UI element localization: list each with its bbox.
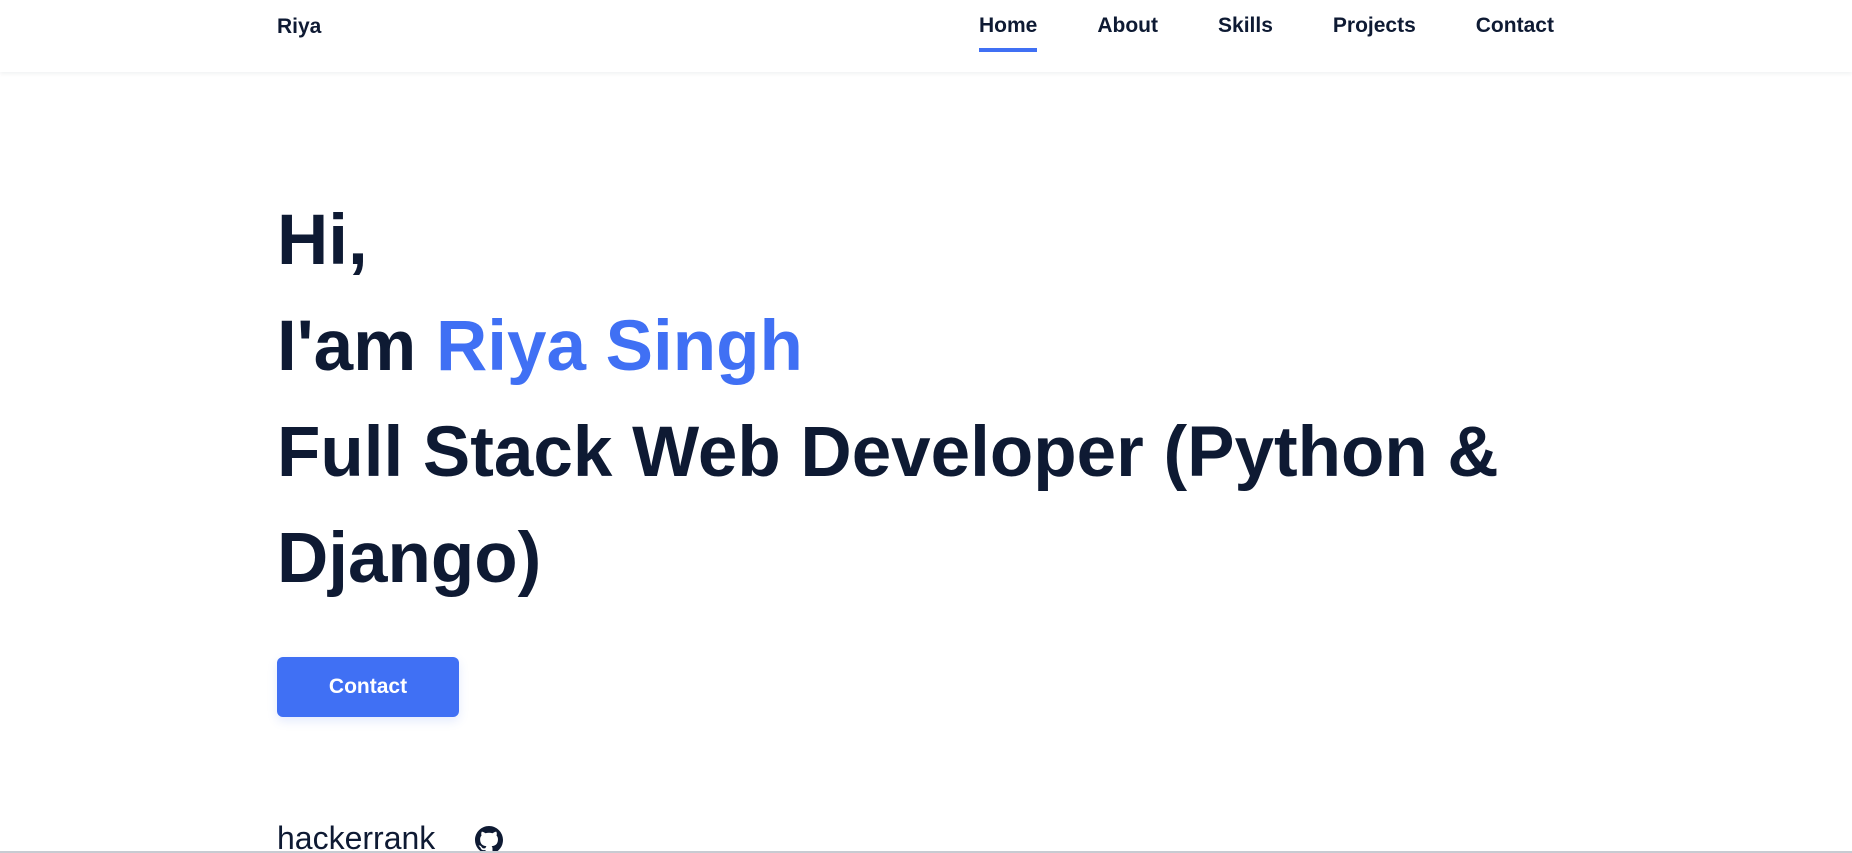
logo[interactable]: Riya (277, 15, 321, 39)
github-icon-glyph (475, 826, 504, 853)
hero-title: Hi, I'am Riya Singh Full Stack Web Devel… (277, 188, 1577, 612)
hero-greeting: Hi, (277, 201, 368, 280)
nav-skills-link[interactable]: Skills (1218, 14, 1273, 52)
site-header: Riya Home About Skills Projects Contact (0, 0, 1852, 72)
nav-contact-link[interactable]: Contact (1476, 14, 1554, 52)
nav-about-link[interactable]: About (1097, 14, 1158, 52)
hero-intro-prefix: I'am (277, 307, 436, 386)
github-icon[interactable] (475, 826, 504, 853)
hackerrank-link[interactable]: hackerrank (277, 818, 435, 853)
contact-button[interactable]: Contact (277, 657, 459, 717)
hero-role: Full Stack Web Developer (Python & Djang… (277, 413, 1499, 598)
social-links: hackerrank (277, 818, 504, 853)
hero-name: Riya Singh (435, 307, 803, 386)
nav-projects-link[interactable]: Projects (1333, 14, 1416, 52)
nav-home-link[interactable]: Home (979, 14, 1038, 52)
main-nav: Home About Skills Projects Contact (979, 14, 1554, 52)
hero-section: Hi, I'am Riya Singh Full Stack Web Devel… (277, 188, 1577, 612)
